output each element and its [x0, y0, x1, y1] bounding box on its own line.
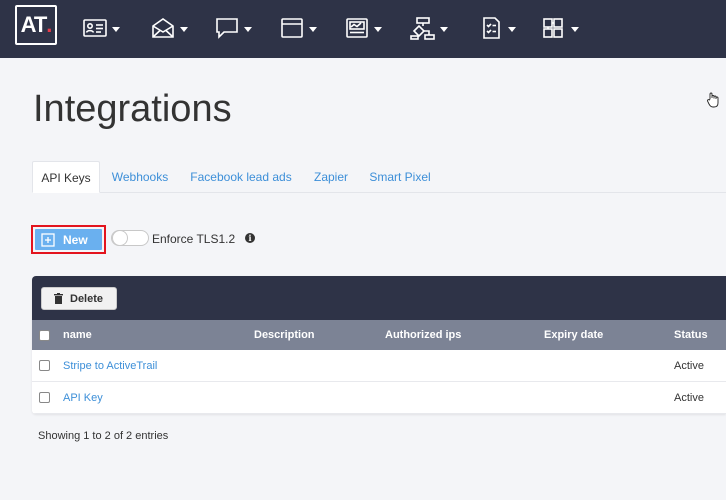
chevron-down-icon — [112, 26, 120, 32]
page-title: Integrations — [33, 88, 232, 130]
chevron-down-icon — [309, 26, 317, 32]
table-toolbar: Delete — [32, 276, 726, 320]
row-name-link[interactable]: Stripe to ActiveTrail — [63, 350, 157, 382]
delete-button[interactable]: Delete — [41, 287, 117, 310]
nav-email[interactable] — [150, 14, 188, 42]
row-status: Active — [674, 392, 704, 404]
hand-cursor-icon — [707, 92, 719, 108]
row-name-link[interactable]: API Key — [63, 382, 103, 414]
column-header-description[interactable]: Description — [254, 320, 315, 350]
chevron-down-icon — [374, 26, 382, 32]
select-all-checkbox[interactable] — [39, 330, 50, 341]
sms-icon — [216, 18, 238, 39]
chevron-down-icon — [180, 26, 188, 32]
new-button[interactable]: New — [35, 229, 102, 250]
column-header-authorized-ips[interactable]: Authorized ips — [385, 320, 461, 350]
automation-icon — [410, 17, 435, 40]
toggle-knob — [112, 230, 128, 246]
chevron-down-icon — [571, 26, 579, 32]
enforce-tls-label: Enforce TLS1.2 — [152, 232, 236, 246]
table-row: API Key Active — [32, 382, 726, 414]
tab-facebook-lead-ads[interactable]: Facebook lead ads — [190, 161, 292, 193]
landing-page-icon — [281, 18, 303, 38]
row-checkbox[interactable] — [39, 392, 50, 403]
tab-zapier[interactable]: Zapier — [311, 161, 351, 193]
table-row: Stripe to ActiveTrail Active — [32, 350, 726, 382]
nav-forms[interactable] — [478, 14, 516, 42]
trash-icon — [54, 293, 63, 304]
api-keys-table: Delete name Description Authorized ips E… — [32, 276, 726, 414]
chevron-down-icon — [244, 26, 252, 32]
tab-smart-pixel[interactable]: Smart Pixel — [368, 161, 432, 193]
nav-sms[interactable] — [214, 14, 252, 42]
forms-icon — [483, 17, 500, 39]
top-navbar: AT. — [0, 0, 726, 58]
table-entries-info: Showing 1 to 2 of 2 entries — [38, 430, 169, 442]
chevron-down-icon — [440, 26, 448, 32]
logo[interactable]: AT. — [15, 5, 57, 45]
email-icon — [152, 18, 174, 38]
enforce-tls-toggle[interactable] — [111, 230, 149, 246]
row-checkbox[interactable] — [39, 360, 50, 371]
chevron-down-icon — [508, 26, 516, 32]
new-button-highlight: New — [31, 225, 106, 254]
nav-landing-pages[interactable] — [279, 14, 317, 42]
nav-reports[interactable] — [344, 14, 382, 42]
nav-contacts[interactable] — [82, 14, 120, 42]
column-header-name[interactable]: name — [63, 320, 92, 350]
integrations-tabs: API Keys Webhooks Facebook lead ads Zapi… — [32, 161, 726, 193]
reports-icon — [346, 18, 368, 38]
column-header-status[interactable]: Status — [674, 320, 708, 350]
tab-api-keys[interactable]: API Keys — [32, 161, 100, 193]
nav-automation[interactable] — [410, 14, 448, 42]
info-icon[interactable]: i — [245, 233, 255, 243]
integrations-icon — [543, 18, 563, 38]
add-document-icon — [41, 232, 55, 247]
column-header-expiry-date[interactable]: Expiry date — [544, 320, 603, 350]
table-header: name Description Authorized ips Expiry d… — [32, 320, 726, 350]
tab-webhooks[interactable]: Webhooks — [110, 161, 170, 193]
row-status: Active — [674, 360, 704, 372]
nav-integrations[interactable] — [541, 14, 579, 42]
contacts-icon — [83, 19, 107, 37]
